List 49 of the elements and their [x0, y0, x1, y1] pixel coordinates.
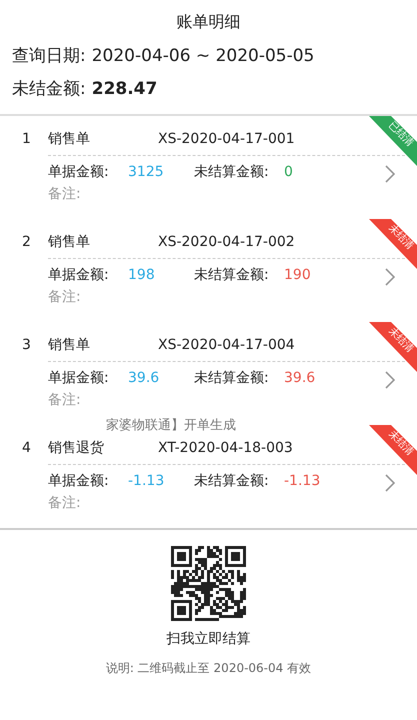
bill-type: 销售退货: [48, 439, 105, 458]
amount-label: 单据金额:: [48, 163, 110, 182]
query-date-label: 查询日期:: [12, 45, 86, 68]
remark-label: 备注:: [48, 391, 81, 410]
amount-value: 3125: [128, 163, 165, 182]
chevron-right-icon: [385, 268, 395, 286]
bill-index: 4: [22, 439, 32, 458]
bill-type: 销售单: [48, 130, 91, 149]
unsettled-total-label: 未结金额:: [12, 78, 86, 101]
remark-label: 备注:: [48, 494, 81, 513]
bill-number: XS-2020-04-17-004: [158, 336, 295, 355]
status-ribbon: 未结清: [369, 219, 417, 271]
unsettled-label: 未结算金额:: [194, 266, 270, 285]
remark-label: 备注:: [48, 185, 81, 204]
bill-index: 3: [22, 336, 32, 355]
amount-value: 39.6: [128, 369, 160, 388]
bill-index: 1: [22, 130, 32, 149]
status-ribbon: 已结清: [369, 116, 417, 168]
chevron-right-icon: [385, 165, 395, 183]
bill-type: 销售单: [48, 336, 91, 355]
unsettled-value: 190: [284, 266, 312, 285]
validity-note: 说明: 二维码截止至 2020-06-04 有效: [106, 660, 312, 677]
bill-number: XS-2020-04-17-001: [158, 130, 295, 149]
bill-index: 2: [22, 233, 32, 252]
unsettled-label: 未结算金额:: [194, 163, 270, 182]
bill-item[interactable]: 1 销售单 XS-2020-04-17-001 单据金额: 3125 未结算金额: 0 备注: 已结清: [0, 116, 417, 219]
bill-number: XT-2020-04-18-003: [158, 439, 293, 458]
remark-label: 备注:: [48, 288, 81, 307]
unsettled-label: 未结算金额:: [194, 369, 270, 388]
chevron-right-icon: [385, 371, 395, 389]
status-ribbon: 未结清: [369, 322, 417, 374]
query-date-value: 2020-04-06 ~ 2020-05-05: [92, 45, 314, 68]
page-title: 账单明细: [176, 11, 242, 33]
amount-label: 单据金额:: [48, 369, 110, 388]
unsettled-value: 39.6: [284, 369, 316, 388]
unsettled-label: 未结算金额:: [194, 472, 270, 491]
scan-caption: 扫我立即结算: [166, 630, 250, 649]
amount-value: -1.13: [128, 472, 166, 491]
amount-value: 198: [128, 266, 156, 285]
bill-item[interactable]: 2 销售单 XS-2020-04-17-002 单据金额: 198 未结算金额: 190 备注: 未结清: [0, 219, 417, 322]
unsettled-total-value: 228.47: [92, 78, 158, 101]
amount-label: 单据金额:: [48, 472, 110, 491]
bill-number: XS-2020-04-17-002: [158, 233, 295, 252]
unsettled-value: 0: [284, 163, 294, 182]
amount-label: 单据金额:: [48, 266, 110, 285]
chevron-right-icon: [385, 474, 395, 492]
status-ribbon: 未结清: [369, 425, 417, 477]
unsettled-value: -1.13: [284, 472, 322, 491]
bill-type: 销售单: [48, 233, 91, 252]
